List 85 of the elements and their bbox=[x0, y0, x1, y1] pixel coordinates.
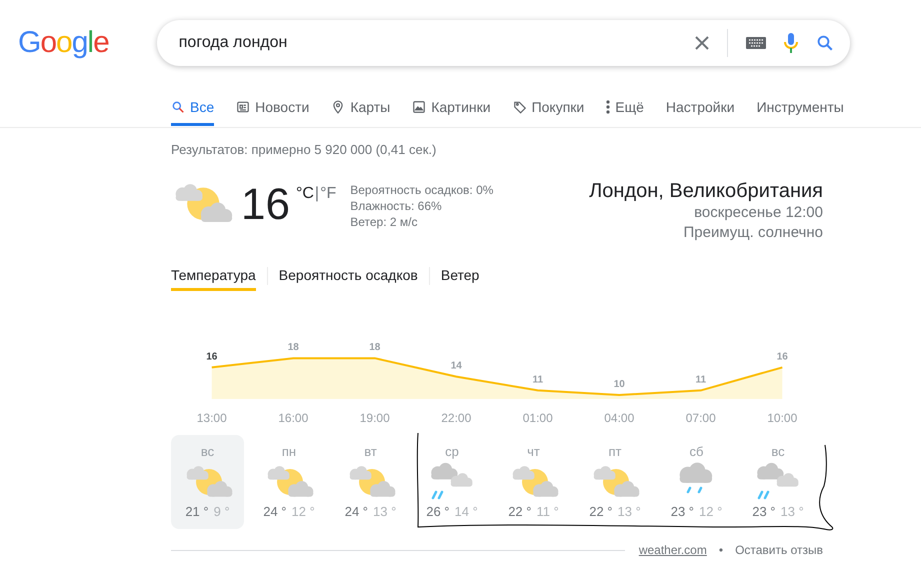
keyboard-icon[interactable] bbox=[746, 37, 766, 49]
search-icon[interactable] bbox=[816, 34, 834, 52]
chart-tab[interactable]: Ветер bbox=[440, 261, 480, 291]
nav-link[interactable]: Инструменты bbox=[756, 88, 844, 126]
unit-separator: | bbox=[314, 185, 320, 203]
day-name: ср bbox=[445, 444, 459, 461]
newspaper-icon bbox=[236, 100, 250, 114]
low-temp: 13 ° bbox=[780, 504, 804, 519]
day-forecast[interactable]: ср 26 ° 14 ° bbox=[416, 435, 488, 529]
more-dots-icon bbox=[606, 100, 610, 114]
nav-tab[interactable]: Покупки bbox=[512, 88, 584, 126]
axis-label: 01:00 bbox=[522, 411, 554, 425]
nav-tab[interactable]: Ещё bbox=[606, 88, 644, 126]
axis-label: 04:00 bbox=[603, 411, 636, 425]
day-forecast[interactable]: чт 22 ° 11 ° bbox=[497, 435, 570, 529]
high-temp: 21 ° bbox=[185, 504, 209, 519]
day-name: вс bbox=[200, 444, 214, 461]
search-field[interactable]: погода лондон bbox=[156, 20, 850, 66]
axis-label: 07:00 bbox=[684, 411, 717, 425]
day-forecast[interactable]: пт 22 ° 13 ° bbox=[578, 435, 652, 529]
day-forecast[interactable]: вт 24 ° 13 ° bbox=[334, 435, 407, 529]
low-temp: 13 ° bbox=[618, 504, 641, 519]
feedback-link[interactable]: Оставить отзыв bbox=[735, 543, 823, 557]
high-temp: 23 ° bbox=[752, 504, 776, 519]
temperature: 16 bbox=[241, 183, 290, 227]
source-link[interactable]: weather.com bbox=[638, 543, 707, 557]
data-label: 10 bbox=[614, 379, 625, 390]
low-temp: 13 ° bbox=[373, 504, 396, 519]
day-name: сб bbox=[690, 444, 704, 461]
day-name: пн bbox=[282, 444, 296, 461]
date-time: воскресенье 12:00 bbox=[694, 203, 823, 223]
axis-label: 22:00 bbox=[440, 411, 472, 425]
nav-tab[interactable]: Карты bbox=[331, 88, 390, 126]
weather-detail: Вероятность осадков: 0% bbox=[350, 182, 494, 198]
low-temp: 14 ° bbox=[454, 504, 478, 519]
day-name: чт bbox=[527, 444, 540, 461]
chart-tab[interactable]: Температура bbox=[171, 261, 256, 291]
day-name: вт bbox=[364, 444, 377, 461]
data-label: 16 bbox=[776, 351, 788, 362]
microphone-icon[interactable] bbox=[784, 32, 798, 54]
day-forecast[interactable]: сб 23 ° 12 ° bbox=[660, 435, 733, 529]
data-label: 11 bbox=[532, 374, 544, 386]
axis-label: 10:00 bbox=[766, 411, 798, 425]
day-forecast[interactable]: пн 24 ° 12 ° bbox=[252, 435, 326, 529]
day-forecast[interactable]: вс 21 ° 9 ° bbox=[171, 435, 244, 529]
high-temp: 24 ° bbox=[263, 504, 286, 519]
high-temp: 23 ° bbox=[670, 504, 694, 519]
axis-label: 16:00 bbox=[277, 411, 310, 425]
weather-detail: Ветер: 2 м/с bbox=[350, 214, 418, 230]
clear-icon[interactable] bbox=[694, 36, 709, 50]
day-name: вс bbox=[771, 444, 785, 461]
data-label: 18 bbox=[288, 342, 299, 354]
data-label: 11 bbox=[695, 374, 706, 386]
image-icon bbox=[412, 100, 426, 114]
nav-tab[interactable]: Новости bbox=[236, 88, 310, 126]
day-name: пт bbox=[608, 444, 622, 461]
high-temp: 22 ° bbox=[589, 504, 612, 519]
low-temp: 12 ° bbox=[292, 504, 315, 519]
weather-detail: Влажность: 66% bbox=[350, 198, 443, 214]
nav-tab[interactable]: Все bbox=[171, 88, 214, 126]
map-pin-icon bbox=[331, 100, 346, 114]
day-forecast[interactable]: вс 23 ° 13 ° bbox=[742, 435, 814, 529]
chart-tab[interactable]: Вероятность осадков bbox=[278, 261, 418, 291]
google-logo[interactable]: Google bbox=[15, 23, 112, 63]
nav-link[interactable]: Настройки bbox=[666, 88, 735, 126]
high-temp: 24 ° bbox=[344, 504, 368, 519]
high-temp: 26 ° bbox=[426, 504, 450, 519]
search-icon bbox=[171, 100, 185, 114]
axis-label: 13:00 bbox=[196, 411, 228, 425]
data-label: 14 bbox=[450, 360, 462, 372]
location: Лондон, Великобритания bbox=[589, 179, 823, 203]
high-temp: 22 ° bbox=[508, 504, 532, 519]
low-temp: 9 ° bbox=[214, 504, 230, 519]
celsius-unit[interactable]: °C bbox=[296, 185, 314, 203]
nav-tab[interactable]: Картинки bbox=[412, 88, 491, 126]
separator-dot: • bbox=[718, 543, 724, 557]
low-temp: 11 ° bbox=[536, 504, 559, 519]
data-label: 16 bbox=[206, 351, 218, 362]
data-label: 18 bbox=[369, 342, 380, 354]
low-temp: 12 ° bbox=[699, 504, 722, 519]
result-stats: Результатов: примерно 5 920 000 (0,41 сек.) bbox=[171, 142, 438, 158]
axis-label: 19:00 bbox=[358, 411, 391, 425]
tag-icon bbox=[512, 100, 527, 114]
fahrenheit-unit[interactable]: °F bbox=[320, 185, 336, 203]
condition: Преимущ. солнечно bbox=[683, 223, 823, 243]
